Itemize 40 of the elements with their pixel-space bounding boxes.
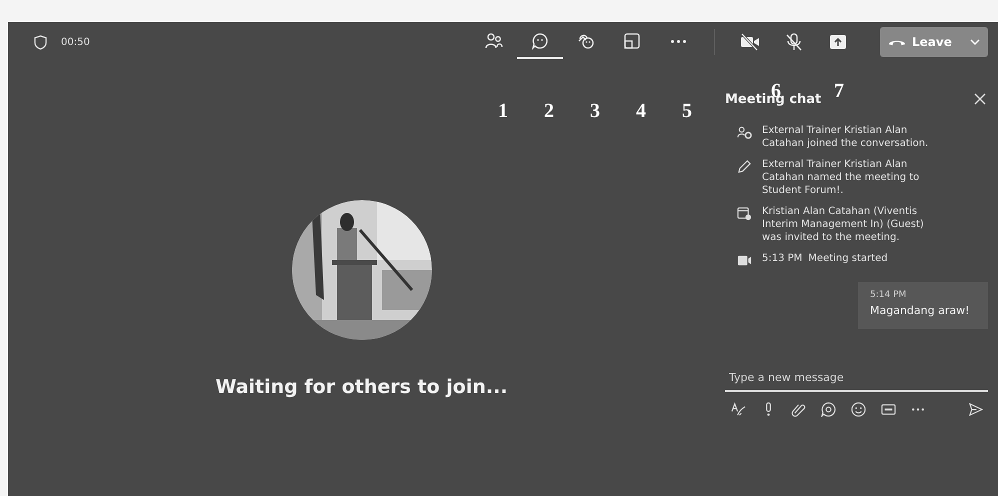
annotation-number: 5 <box>682 100 692 122</box>
chat-icon <box>531 32 549 50</box>
event-text: External Trainer Kristian Alan Catahan named the meeting to Student Forum!. <box>762 158 920 197</box>
annotation-number: 7 <box>834 80 844 102</box>
person-add-icon <box>737 125 752 140</box>
leave-button[interactable]: Leave <box>880 27 988 57</box>
close-icon <box>974 93 986 105</box>
loop-icon <box>820 402 836 416</box>
people-icon <box>485 32 503 50</box>
camera-off-icon <box>740 33 760 51</box>
close-button[interactable] <box>972 91 988 107</box>
emoji-icon <box>850 402 866 416</box>
message-text: Magandang araw! <box>870 304 971 317</box>
annotation-number: 2 <box>544 100 554 122</box>
shield-icon <box>34 34 47 50</box>
layout-icon <box>623 32 641 50</box>
paperclip-icon <box>790 402 806 416</box>
pencil-icon <box>737 159 752 174</box>
mic-off-icon <box>785 33 803 51</box>
caret-icon <box>970 39 980 45</box>
event-time: 5:13 PM <box>762 252 802 265</box>
message-input[interactable]: Type a new message <box>725 365 988 392</box>
event-text: Meeting started <box>808 252 888 265</box>
smiley-icon <box>577 32 595 50</box>
annotation-number: 4 <box>636 100 646 122</box>
video-icon <box>737 253 752 268</box>
more-icon <box>670 40 686 42</box>
call-timer: 00:50 <box>61 36 90 48</box>
annotation-number: 1 <box>498 100 508 122</box>
event-text: Kristian Alan Catahan (Viventis Interim Management In) (Guest) was invited to the meeting. <box>762 205 925 244</box>
message-time: 5:14 PM <box>870 290 908 300</box>
calendar-icon <box>737 206 752 221</box>
more-icon <box>912 408 924 410</box>
gif-icon <box>880 402 896 416</box>
waiting-message: Waiting for others to join... <box>215 376 508 398</box>
event-text: External Trainer Kristian Alan Catahan joined the conversation. <box>762 124 930 150</box>
send-icon <box>968 402 982 416</box>
share-screen-icon <box>829 34 847 50</box>
annotation-number: 3 <box>590 100 600 122</box>
format-icon <box>730 402 746 416</box>
